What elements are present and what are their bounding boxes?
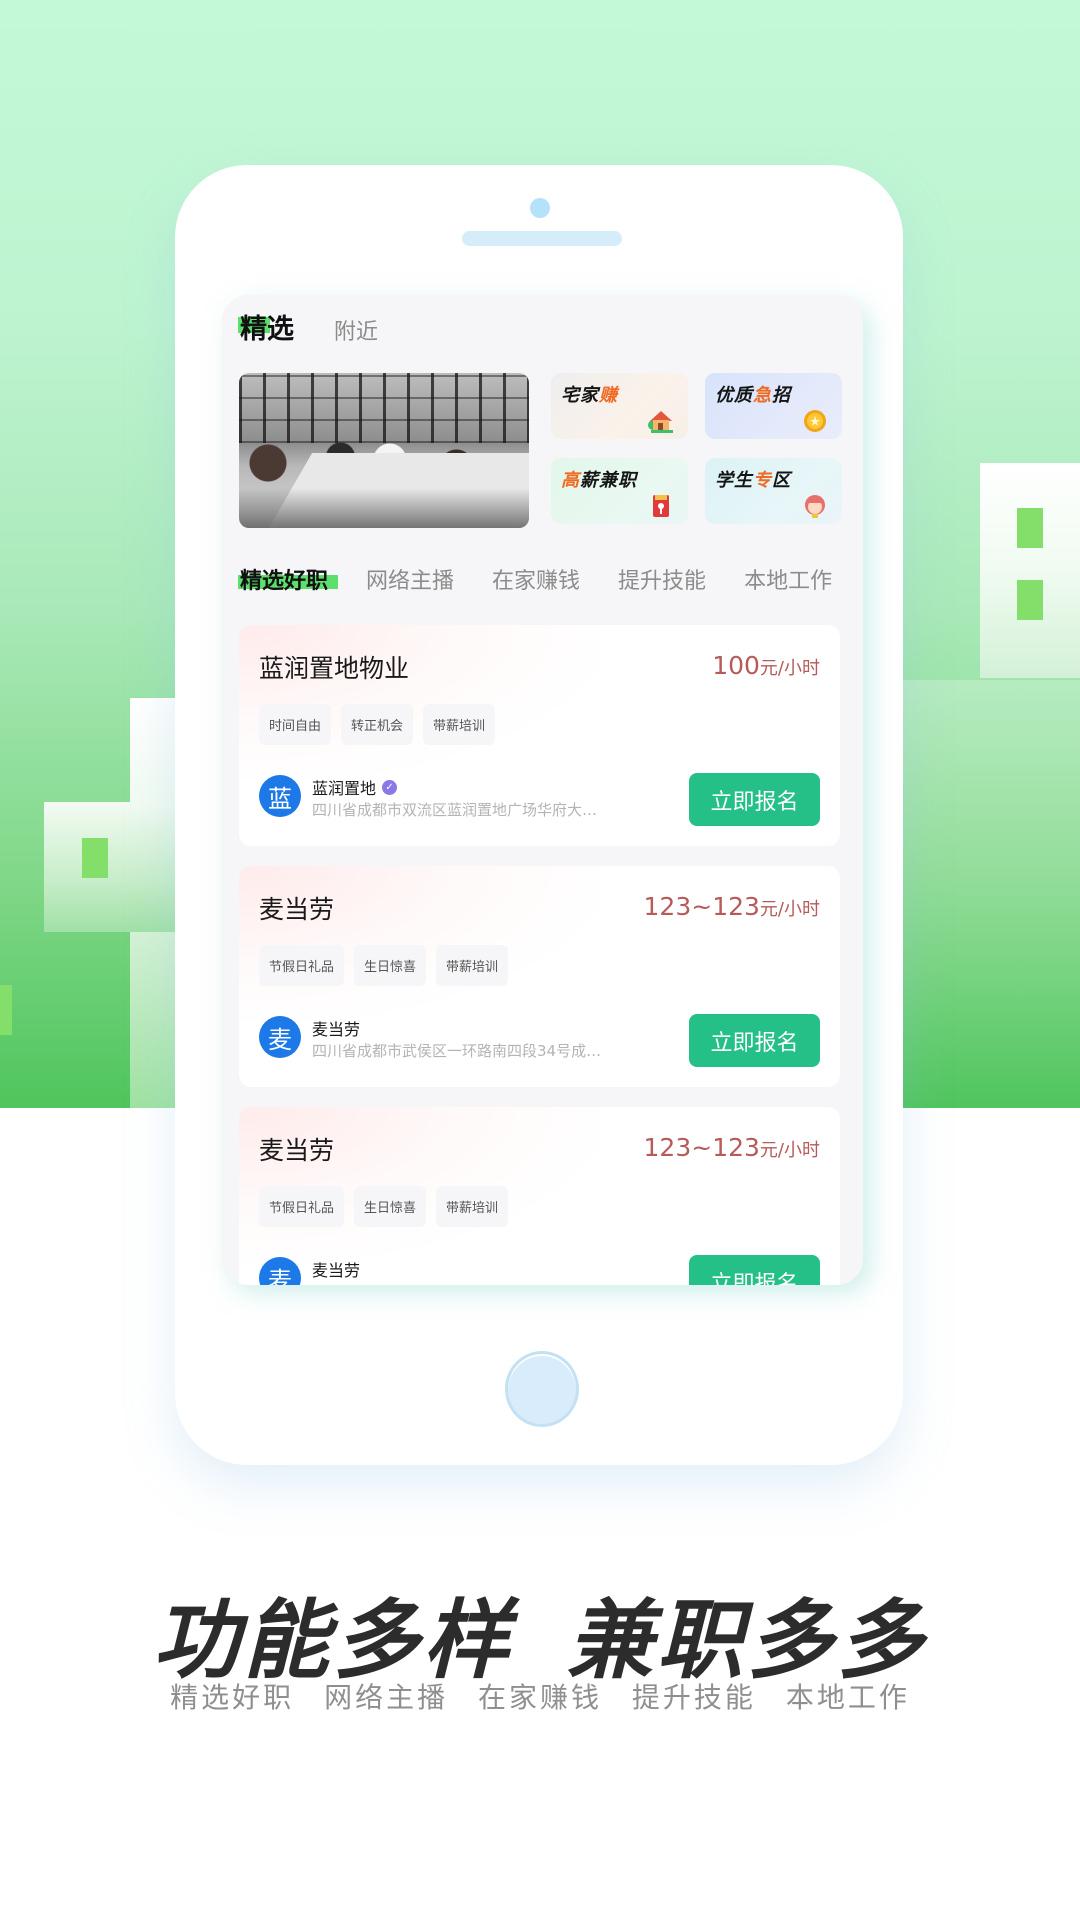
job-tag: 转正机会 [341, 704, 414, 745]
tile-quality-urgent[interactable]: 优质急招 [705, 373, 842, 439]
phone-screen: 精选 附近 宅家赚 优质急招 高薪兼职 学生专区 精选好职 网络主播 在家赚钱 … [222, 295, 863, 1285]
apply-button[interactable]: 立即报名 [689, 773, 820, 826]
job-tag: 时间自由 [259, 704, 332, 745]
tab-featured[interactable]: 精选 [238, 307, 294, 346]
job-title: 麦当劳 [259, 895, 335, 924]
job-salary: 100元/小时 [712, 651, 820, 680]
building-window [1017, 580, 1043, 620]
job-title: 蓝润置地物业 [259, 654, 410, 683]
house-icon [648, 411, 673, 433]
tile-student-zone[interactable]: 学生专区 [705, 458, 842, 524]
tile-label: 优质急招 [715, 385, 791, 406]
apply-button[interactable]: 立即报名 [689, 1014, 820, 1067]
company-name: 蓝润置地 ✓ [312, 775, 398, 799]
tile-label: 宅家赚 [561, 385, 618, 406]
apply-button[interactable]: 立即报名 [689, 1255, 820, 1285]
job-tag: 带薪培训 [436, 1186, 509, 1227]
camera-dot [530, 198, 550, 218]
job-card[interactable]: 蓝润置地物业 100元/小时 时间自由 转正机会 带薪培训 蓝 蓝润置地 ✓ 四… [239, 625, 840, 846]
job-card[interactable]: 麦当劳 123~123元/小时 节假日礼品 生日惊喜 带薪培训 麦 麦当劳 立即… [239, 1107, 840, 1285]
promo-feature-list: 精选好职 网络主播 在家赚钱 提升技能 本地工作 [0, 1676, 1080, 1716]
promo-feature: 精选好职 [170, 1681, 295, 1714]
building-window [82, 838, 108, 878]
company-address: 四川省成都市武侯区一环路南四段34号成… [312, 1042, 602, 1060]
tab-featured-label: 精选 [240, 314, 294, 345]
job-tag: 生日惊喜 [354, 945, 427, 986]
category-tab-work-from-home[interactable]: 在家赚钱 [492, 563, 580, 595]
promo-feature: 网络主播 [324, 1681, 449, 1714]
job-tags: 节假日礼品 生日惊喜 带薪培训 [259, 1186, 518, 1227]
building-window [0, 985, 12, 1035]
verified-badge-icon: ✓ [382, 779, 398, 795]
job-salary: 123~123元/小时 [643, 1133, 820, 1162]
company-avatar: 麦 [259, 1016, 301, 1058]
background-building-right [980, 463, 1080, 678]
banner-image[interactable] [239, 373, 529, 528]
job-title: 麦当劳 [259, 1136, 335, 1165]
promo-feature: 提升技能 [631, 1681, 756, 1714]
promo-feature: 在家赚钱 [477, 1681, 602, 1714]
company-name: 麦当劳 [312, 1020, 361, 1039]
red-envelope-icon [653, 495, 669, 517]
job-tags: 节假日礼品 生日惊喜 带薪培训 [259, 945, 518, 986]
banner-floor [239, 488, 529, 528]
tile-home-earn[interactable]: 宅家赚 [551, 373, 688, 439]
category-tab-skills[interactable]: 提升技能 [618, 563, 706, 595]
job-tag: 节假日礼品 [259, 945, 345, 986]
tab-nearby[interactable]: 附近 [334, 314, 378, 346]
home-button [505, 1351, 579, 1427]
category-tab-featured-jobs[interactable]: 精选好职 [238, 563, 338, 595]
category-tab-local-jobs[interactable]: 本地工作 [744, 563, 832, 595]
background-building-left-short [44, 802, 175, 932]
category-tabs: 精选好职 网络主播 在家赚钱 提升技能 本地工作 [238, 563, 863, 595]
job-tag: 带薪培训 [423, 704, 496, 745]
top-tab-bar: 精选 附近 [238, 307, 378, 346]
category-tab-live-streaming[interactable]: 网络主播 [366, 563, 454, 595]
company-avatar: 麦 [259, 1257, 301, 1285]
job-salary: 123~123元/小时 [643, 892, 820, 921]
promo-feature: 本地工作 [785, 1681, 910, 1714]
job-tag: 带薪培训 [436, 945, 509, 986]
company-avatar: 蓝 [259, 775, 301, 817]
building-window [1017, 508, 1043, 548]
tile-high-pay[interactable]: 高薪兼职 [551, 458, 688, 524]
job-card[interactable]: 麦当劳 123~123元/小时 节假日礼品 生日惊喜 带薪培训 麦 麦当劳 四川… [239, 866, 840, 1087]
tile-label: 学生专区 [715, 470, 791, 491]
company-address: 四川省成都市双流区蓝润置地广场华府大… [312, 801, 598, 819]
category-tab-label: 精选好职 [240, 569, 329, 594]
company-name: 麦当劳 [312, 1261, 361, 1280]
speaker-bar [462, 231, 622, 246]
student-girl-icon [805, 495, 825, 518]
background-building-right-shadow [903, 680, 1080, 1108]
medal-icon [804, 410, 826, 432]
job-tag: 生日惊喜 [354, 1186, 427, 1227]
job-tag: 节假日礼品 [259, 1186, 345, 1227]
job-tags: 时间自由 转正机会 带薪培训 [259, 704, 505, 745]
tile-label: 高薪兼职 [561, 470, 637, 491]
